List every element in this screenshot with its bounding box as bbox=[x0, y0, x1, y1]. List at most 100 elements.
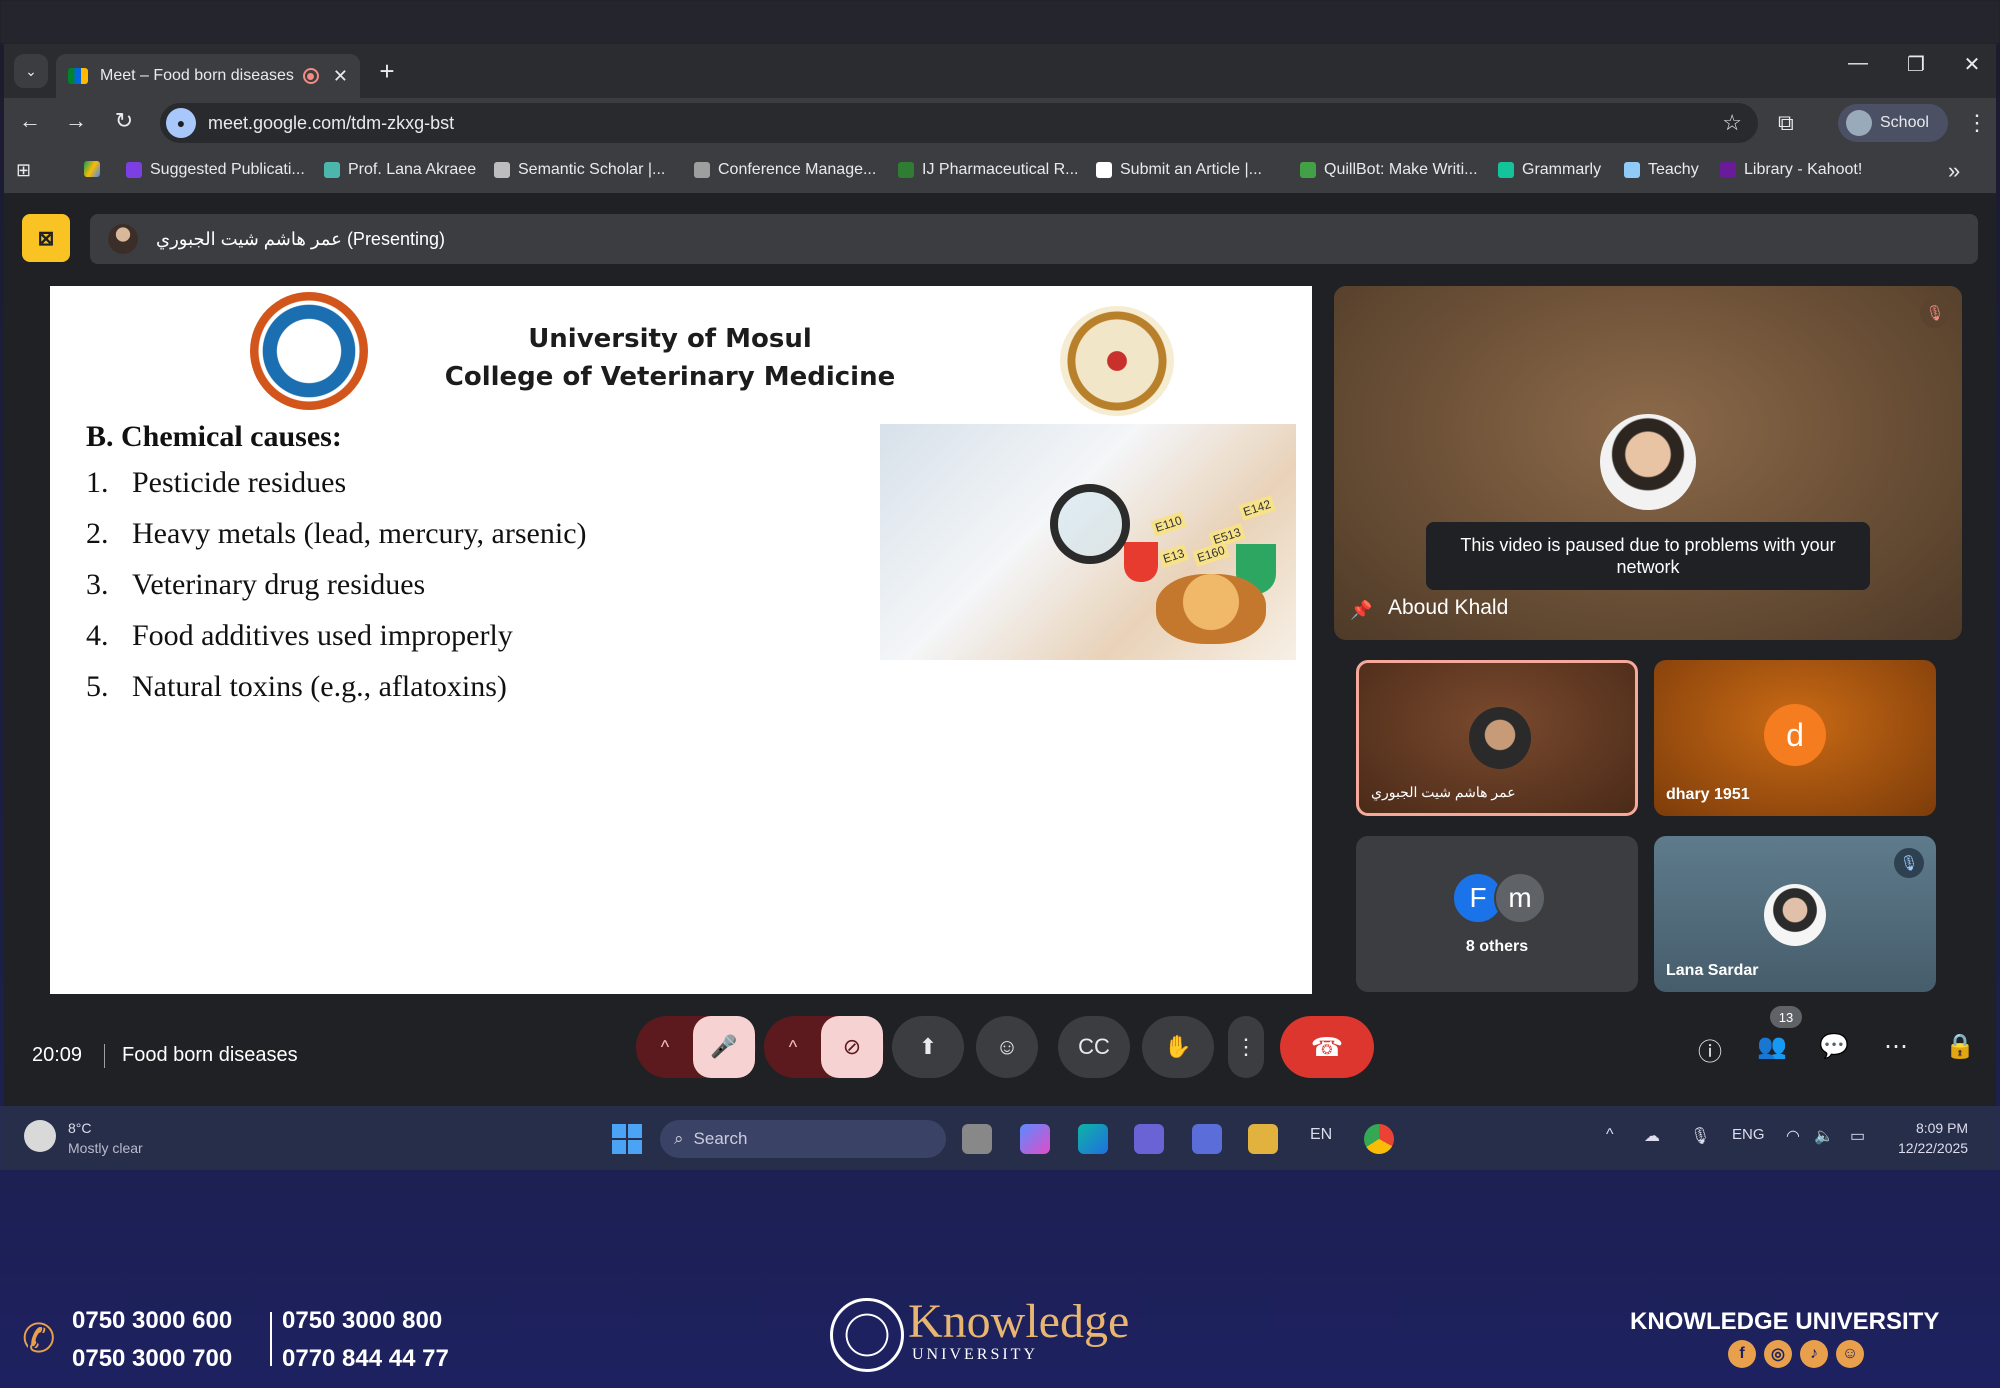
restore-button[interactable]: ❐ bbox=[1896, 52, 1936, 77]
bookmark-item[interactable]: Submit an Article |... bbox=[1096, 161, 1262, 179]
volume-icon[interactable]: 🔈 bbox=[1814, 1126, 1834, 1146]
activities-icon[interactable]: ⋯ bbox=[1876, 1032, 1916, 1061]
bookmark-star-icon[interactable]: ☆ bbox=[1722, 110, 1742, 136]
battery-icon[interactable]: ▭ bbox=[1850, 1126, 1865, 1146]
weather-icon[interactable] bbox=[24, 1120, 56, 1152]
participant-tile[interactable]: 🎙 Lana Sardar bbox=[1654, 836, 1936, 992]
bookmark-favicon-icon bbox=[324, 162, 340, 178]
bookmark-item[interactable]: Library - Kahoot! bbox=[1720, 161, 1862, 179]
weather-description: Mostly clear bbox=[68, 1140, 143, 1156]
microphone-tray-icon[interactable]: 🎙 bbox=[1690, 1126, 1710, 1146]
phone-icon: ✆ bbox=[22, 1317, 56, 1361]
copilot-app-icon[interactable] bbox=[1020, 1124, 1050, 1154]
participant-avatar bbox=[1600, 414, 1696, 510]
browser-menu-icon[interactable]: ⋮ bbox=[1966, 110, 1988, 136]
chatgpt-app-icon[interactable] bbox=[962, 1124, 992, 1154]
google-drive-icon[interactable] bbox=[84, 161, 108, 177]
audio-options-chevron-icon[interactable]: ^ bbox=[637, 1037, 693, 1058]
raise-hand-button[interactable]: ✋ bbox=[1142, 1016, 1214, 1078]
onedrive-icon[interactable]: ☁ bbox=[1644, 1126, 1660, 1146]
facebook-icon[interactable]: f bbox=[1728, 1340, 1756, 1368]
donut bbox=[1156, 574, 1266, 644]
bookmark-label: IJ Pharmaceutical R... bbox=[922, 161, 1079, 178]
list-item: 3. Veterinary drug residues bbox=[86, 568, 426, 601]
bookmark-item[interactable]: Conference Manage... bbox=[694, 161, 876, 179]
address-bar[interactable]: ● meet.google.com/tdm-zkxg-bst ☆ bbox=[160, 103, 1758, 143]
others-tile[interactable]: F m 8 others bbox=[1356, 836, 1638, 992]
people-icon[interactable]: 👥 bbox=[1752, 1032, 1792, 1061]
participant-tile[interactable]: d dhary 1951 bbox=[1654, 660, 1936, 816]
apps-grid-icon[interactable]: ⊞ bbox=[16, 160, 31, 181]
extensions-icon[interactable]: ⧉ bbox=[1778, 110, 1794, 136]
more-bookmarks-icon[interactable]: » bbox=[1948, 158, 1960, 184]
bookmark-favicon-icon bbox=[898, 162, 914, 178]
additive-tag: E160 bbox=[1192, 541, 1230, 567]
bookmark-label: Library - Kahoot! bbox=[1744, 161, 1863, 178]
leave-call-button[interactable]: ☎ bbox=[1280, 1016, 1374, 1078]
system-clock[interactable]: 8:09 PM 12/22/2025 bbox=[1898, 1118, 1968, 1158]
mic-off-icon: 🎙 bbox=[1920, 298, 1950, 328]
input-language-short[interactable]: EN bbox=[1310, 1126, 1332, 1144]
site-info-mic-icon[interactable]: ● bbox=[166, 108, 196, 138]
show-hidden-icons-chevron[interactable]: ^ bbox=[1606, 1126, 1614, 1144]
close-window-button[interactable]: ✕ bbox=[1952, 52, 1992, 77]
captions-button[interactable]: CC bbox=[1058, 1016, 1130, 1078]
file-explorer-icon[interactable] bbox=[1248, 1124, 1278, 1154]
chat-icon[interactable]: 💬 bbox=[1814, 1032, 1854, 1061]
chrome-app-icon[interactable] bbox=[1364, 1124, 1394, 1154]
edge-app-icon[interactable] bbox=[1078, 1124, 1108, 1154]
bookmark-item[interactable]: Grammarly bbox=[1498, 161, 1601, 179]
slide-list: 1. Pesticide residues 2. Heavy metals (lea… bbox=[86, 466, 587, 721]
url-text[interactable]: meet.google.com/tdm-zkxg-bst bbox=[208, 113, 454, 134]
video-options-chevron-icon[interactable]: ^ bbox=[765, 1037, 821, 1058]
bookmark-label: Teachy bbox=[1648, 161, 1699, 178]
tab-search-button[interactable]: ⌄ bbox=[14, 54, 48, 88]
language-indicator[interactable]: ENG bbox=[1732, 1126, 1765, 1143]
tiktok-icon[interactable]: ♪ bbox=[1800, 1340, 1828, 1368]
taskbar-search[interactable]: ⌕ Search bbox=[660, 1120, 946, 1158]
more-options-button[interactable]: ⋮ bbox=[1228, 1016, 1264, 1078]
tab-close-button[interactable]: ✕ bbox=[333, 66, 348, 87]
wifi-icon[interactable]: ◠ bbox=[1786, 1126, 1800, 1146]
reactions-button[interactable]: ☺ bbox=[976, 1016, 1038, 1078]
weather-temperature: 8°C bbox=[68, 1120, 92, 1136]
profile-button[interactable]: School bbox=[1838, 104, 1948, 142]
start-button-icon[interactable] bbox=[612, 1124, 642, 1154]
snapchat-icon[interactable]: ☺ bbox=[1836, 1340, 1864, 1368]
bookmark-item[interactable]: Semantic Scholar |... bbox=[494, 161, 665, 179]
bookmark-item[interactable]: IJ Pharmaceutical R... bbox=[898, 161, 1079, 179]
participant-count-badge: 13 bbox=[1770, 1006, 1802, 1028]
teams-app-icon[interactable] bbox=[1134, 1124, 1164, 1154]
bookmark-favicon-icon bbox=[1300, 162, 1316, 178]
camera-off-button[interactable]: ⊘ bbox=[821, 1016, 883, 1078]
host-controls-icon[interactable]: 🔒 bbox=[1940, 1032, 1980, 1061]
additive-tag: E142 bbox=[1238, 495, 1276, 521]
footer-title: KNOWLEDGE UNIVERSITY bbox=[1630, 1308, 1940, 1335]
new-tab-button[interactable]: + bbox=[370, 56, 404, 87]
tab-meet[interactable]: Meet – Food born diseases ✕ bbox=[56, 54, 360, 98]
pinned-participant-tile[interactable]: 🎙 This video is paused due to problems w… bbox=[1334, 286, 1962, 640]
reload-icon[interactable]: ↻ bbox=[108, 108, 140, 134]
back-arrow-icon[interactable]: ← bbox=[14, 108, 46, 134]
red-flask bbox=[1124, 542, 1158, 582]
bookmark-favicon-icon bbox=[126, 162, 142, 178]
bookmark-item[interactable]: QuillBot: Make Writi... bbox=[1300, 161, 1478, 179]
pin-icon[interactable]: 📌 bbox=[1350, 600, 1372, 621]
knowledge-university-logo bbox=[830, 1298, 904, 1372]
instagram-icon[interactable]: ◎ bbox=[1764, 1340, 1792, 1368]
minimize-button[interactable]: — bbox=[1838, 52, 1878, 75]
bookmark-label: Grammarly bbox=[1522, 161, 1602, 178]
forward-arrow-icon[interactable]: → bbox=[60, 108, 92, 134]
bookmark-favicon-icon bbox=[1624, 162, 1640, 178]
bookmark-item[interactable]: Teachy bbox=[1624, 161, 1699, 179]
present-screen-button[interactable]: ⬆ bbox=[892, 1016, 964, 1078]
store-app-icon[interactable] bbox=[1192, 1124, 1222, 1154]
mic-off-button[interactable]: 🎤 bbox=[693, 1016, 755, 1078]
bookmark-item[interactable]: Prof. Lana Akraee bbox=[324, 161, 476, 179]
bookmark-item[interactable]: Suggested Publicati... bbox=[126, 161, 305, 179]
university-of-mosul-logo bbox=[250, 292, 368, 410]
participant-tile[interactable]: عمر هاشم شيت الجبوري bbox=[1356, 660, 1638, 816]
divider bbox=[270, 1312, 272, 1366]
meeting-details-icon[interactable]: ⓘ bbox=[1690, 1032, 1730, 1067]
stop-presenting-icon[interactable]: ⊠ bbox=[22, 214, 70, 262]
